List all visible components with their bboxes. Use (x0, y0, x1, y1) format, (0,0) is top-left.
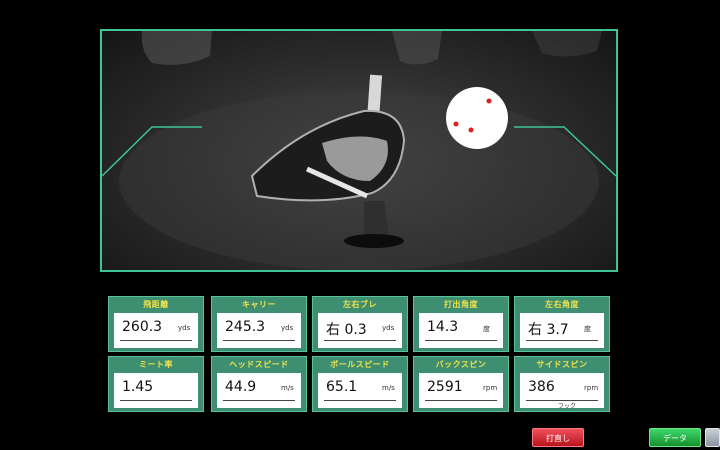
stat-label: 左右角度 (545, 300, 579, 309)
stat-card-total-distance: 飛距離 260.3 yds (108, 296, 204, 352)
stat-value: 386 (528, 379, 555, 395)
stat-card-smash-factor: ミート率 1.45 (108, 356, 204, 412)
golf-ball (446, 87, 508, 149)
stat-unit: yds (178, 324, 191, 332)
stat-unit: 度 (483, 325, 490, 333)
stat-unit: m/s (281, 384, 294, 392)
stat-card-carry: キャリー 245.3 yds (211, 296, 307, 352)
data-button[interactable]: データ (649, 428, 701, 447)
stat-label: 左右ブレ (343, 300, 377, 309)
stat-unit: 度 (584, 325, 591, 333)
stat-label: バックスピン (435, 360, 487, 369)
camera-view (100, 29, 618, 272)
stat-card-launch-angle: 打出角度 14.3 度 (413, 296, 509, 352)
stat-card-back-spin: バックスピン 2591 rpm (413, 356, 509, 412)
stat-label: ボールスピード (330, 360, 390, 369)
stat-value: 右 3.7 (528, 322, 569, 338)
stat-unit: m/s (382, 384, 395, 392)
stat-value: 260.3 (122, 319, 163, 335)
stat-card-head-speed: ヘッドスピード 44.9 m/s (211, 356, 307, 412)
stat-card-side-spin: サイドスピン 386 rpm フック (514, 356, 610, 412)
stat-card-ball-speed: ボールスピード 65.1 m/s (312, 356, 408, 412)
stat-unit: yds (382, 324, 395, 332)
stat-value: 245.3 (225, 319, 266, 335)
stat-unit: rpm (483, 384, 498, 392)
stat-card-side-angle: 左右角度 右 3.7 度 (514, 296, 610, 352)
stat-label: 飛距離 (143, 300, 169, 309)
stat-value: 2591 (427, 379, 463, 395)
stat-label: サイドスピン (536, 360, 588, 369)
stat-unit: rpm (584, 384, 599, 392)
stat-unit: yds (281, 324, 294, 332)
stat-card-lateral-deviation: 左右ブレ 右 0.3 yds (312, 296, 408, 352)
stat-value: 1.45 (122, 379, 154, 395)
stat-value: 44.9 (225, 379, 257, 395)
stat-label: 打出角度 (444, 300, 478, 309)
impact-image (102, 31, 616, 270)
spin-direction-label: フック (558, 403, 577, 410)
extra-button[interactable] (705, 428, 720, 447)
stat-label: ミート率 (139, 360, 173, 369)
retry-button[interactable]: 打直し (532, 428, 584, 447)
stats-panel: 飛距離 260.3 yds キャリー 245.3 yds 左右ブレ 右 0.3 yds… (108, 296, 614, 412)
stat-label: キャリー (242, 300, 276, 309)
stat-value: 右 0.3 (326, 322, 367, 338)
stat-value: 14.3 (427, 319, 459, 335)
stat-value: 65.1 (326, 379, 358, 395)
stat-label: ヘッドスピード (229, 360, 289, 369)
